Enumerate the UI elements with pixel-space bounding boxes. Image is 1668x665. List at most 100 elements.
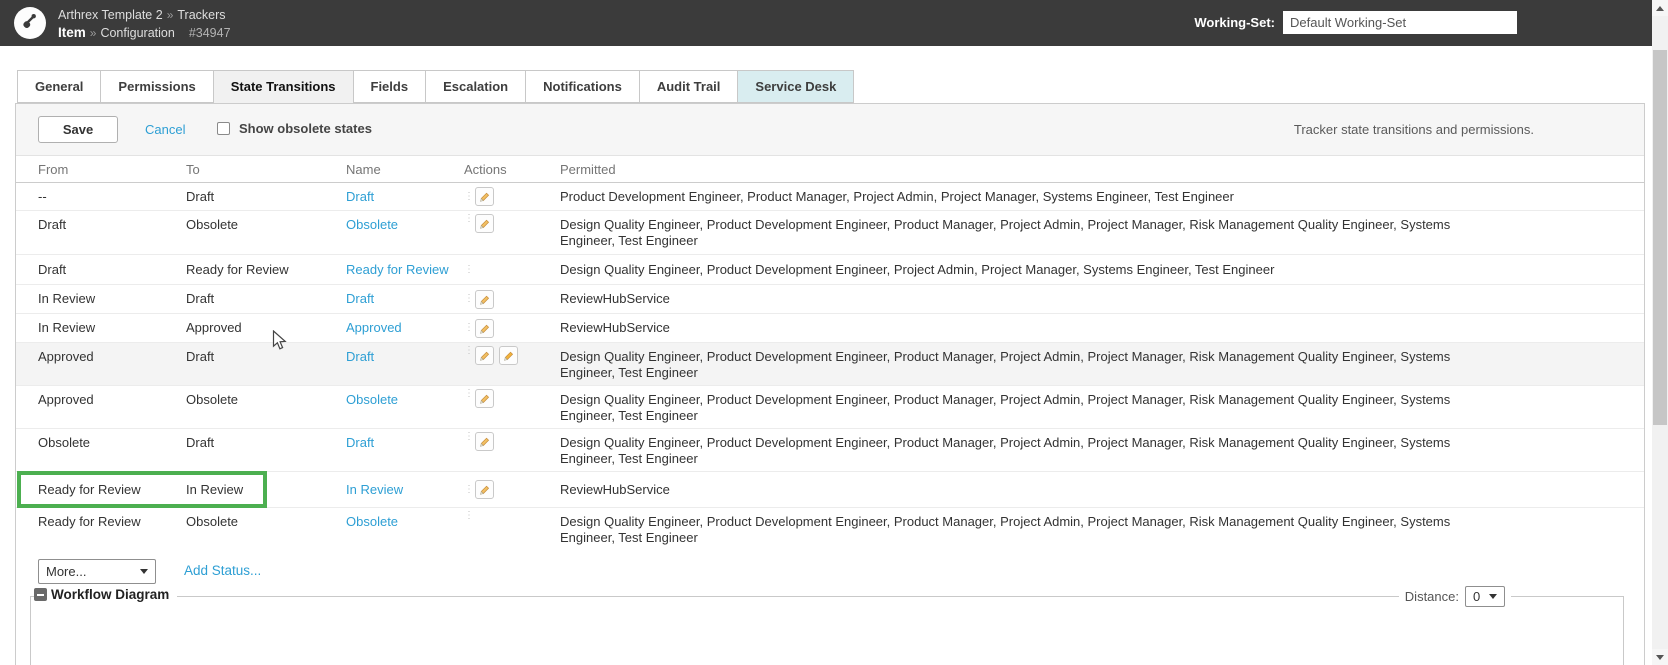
transition-name-link[interactable]: Ready for Review [346,262,449,277]
shovel-icon [20,11,40,36]
to-cell: Obsolete [186,508,346,551]
from-cell: In Review [38,320,186,336]
to-cell: Draft [186,343,346,385]
table-row: -- Draft Draft ⋮ Product Development Eng… [16,183,1644,211]
chevron-down-icon [140,569,148,574]
transition-name-link[interactable]: Obsolete [346,392,398,407]
from-cell: Obsolete [38,429,186,471]
table-row: Ready for Review Obsolete Obsolete ⋮ Des… [16,508,1644,551]
working-set-label: Working-Set: [1194,15,1275,30]
drag-grip-icon[interactable]: ⋮ [464,511,470,521]
permitted-cell: ReviewHubService [560,291,1490,307]
workflow-diagram-section: Workflow Diagram Distance: 0 [30,596,1624,665]
transition-name-link[interactable]: In Review [346,482,403,497]
drag-grip-icon[interactable]: ⋮ [464,265,470,275]
transition-name-link[interactable]: Draft [346,189,374,204]
collapse-icon[interactable] [34,588,47,601]
breadcrumb-subsection[interactable]: Configuration [100,26,174,40]
distance-label: Distance: [1405,589,1459,604]
item-id: #34947 [189,26,231,40]
table-row: Approved Obsolete Obsolete ⋮ Design Qual… [16,386,1644,429]
edit-icon[interactable] [475,214,494,233]
transition-name-link[interactable]: Approved [346,320,402,335]
cancel-link[interactable]: Cancel [145,122,185,137]
transition-name-link[interactable]: Draft [346,349,374,364]
tab-notifications[interactable]: Notifications [525,70,640,103]
app-header: Arthrex Template 2»Trackers Item»Configu… [0,0,1652,46]
edit-icon[interactable] [475,319,494,338]
col-header-from: From [38,162,186,177]
permitted-cell: Design Quality Engineer, Product Develop… [560,508,1490,551]
tab-service-desk[interactable]: Service Desk [737,70,854,103]
show-obsolete-checkbox[interactable] [217,122,230,135]
drag-grip-icon[interactable]: ⋮ [464,323,470,333]
tab-general[interactable]: General [17,70,101,103]
breadcrumb-item[interactable]: Item [58,25,86,40]
edit-icon[interactable] [475,432,494,451]
to-cell: Approved [186,320,346,336]
add-status-link[interactable]: Add Status... [184,563,261,578]
workflow-diagram-legend: Workflow Diagram [34,587,177,602]
show-obsolete-label: Show obsolete states [239,121,372,136]
permitted-cell: Design Quality Engineer, Product Develop… [560,343,1490,385]
permitted-cell: Design Quality Engineer, Product Develop… [560,262,1490,278]
to-cell: Draft [186,291,346,307]
toolbar: Save Cancel Show obsolete states Tracker… [16,104,1644,156]
more-dropdown[interactable]: More... [38,559,156,584]
breadcrumb-project[interactable]: Arthrex Template 2 [58,8,163,22]
distance-dropdown[interactable]: 0 [1465,586,1505,607]
col-header-permitted: Permitted [560,162,1490,177]
tab-fields[interactable]: Fields [353,70,427,103]
distance-value: 0 [1473,589,1480,604]
permitted-cell: Product Development Engineer, Product Ma… [560,189,1490,205]
tab-state-transitions[interactable]: State Transitions [213,70,354,104]
from-cell: Draft [38,211,186,254]
from-cell: Ready for Review [38,508,186,551]
breadcrumb-separator: » [163,8,178,22]
tab-permissions[interactable]: Permissions [100,70,213,103]
transition-name-link[interactable]: Obsolete [346,217,398,232]
tab-escalation[interactable]: Escalation [425,70,526,103]
edit-icon[interactable] [475,187,494,206]
vertical-scrollbar[interactable] [1652,0,1668,665]
tab-audit-trail[interactable]: Audit Trail [639,70,739,103]
edit-icon[interactable] [475,346,494,365]
drag-grip-icon[interactable]: ⋮ [464,192,470,202]
to-cell: Draft [186,189,346,205]
drag-grip-icon[interactable]: ⋮ [464,432,470,442]
breadcrumb: Arthrex Template 2»Trackers Item»Configu… [58,6,231,42]
edit-icon[interactable] [475,290,494,309]
working-set-input[interactable] [1283,11,1517,34]
drag-grip-icon[interactable]: ⋮ [464,485,470,495]
transition-name-link[interactable]: Draft [346,291,374,306]
content-panel: Save Cancel Show obsolete states Tracker… [15,103,1645,665]
more-dropdown-value: More... [46,564,86,579]
from-cell: In Review [38,291,186,307]
table-row: In Review Draft Draft ⋮ ReviewHubService [16,285,1644,314]
table-header: From To Name Actions Permitted [16,156,1644,183]
chevron-down-icon [1489,594,1497,599]
col-header-name: Name [346,162,464,177]
drag-grip-icon[interactable]: ⋮ [464,346,470,356]
edit-icon[interactable] [475,480,494,499]
to-cell: Obsolete [186,211,346,254]
transitions-table: -- Draft Draft ⋮ Product Development Eng… [16,183,1644,551]
scrollbar-thumb[interactable] [1653,50,1667,425]
scroll-up-icon [1656,6,1664,11]
breadcrumb-section[interactable]: Trackers [177,8,225,22]
scroll-down-icon [1656,655,1664,660]
edit-permissions-icon[interactable] [499,346,518,365]
transition-name-link[interactable]: Obsolete [346,514,398,529]
mouse-cursor-icon [272,330,287,357]
scrollbar-down-button[interactable] [1652,649,1668,665]
tracker-logo[interactable] [14,7,46,39]
save-button[interactable]: Save [38,116,118,143]
drag-grip-icon[interactable]: ⋮ [464,214,470,224]
transition-name-link[interactable]: Draft [346,435,374,450]
scrollbar-up-button[interactable] [1652,0,1668,16]
panel-caption: Tracker state transitions and permission… [1294,122,1534,137]
drag-grip-icon[interactable]: ⋮ [464,389,470,399]
to-cell: Draft [186,429,346,471]
edit-icon[interactable] [475,389,494,408]
drag-grip-icon[interactable]: ⋮ [464,294,470,304]
